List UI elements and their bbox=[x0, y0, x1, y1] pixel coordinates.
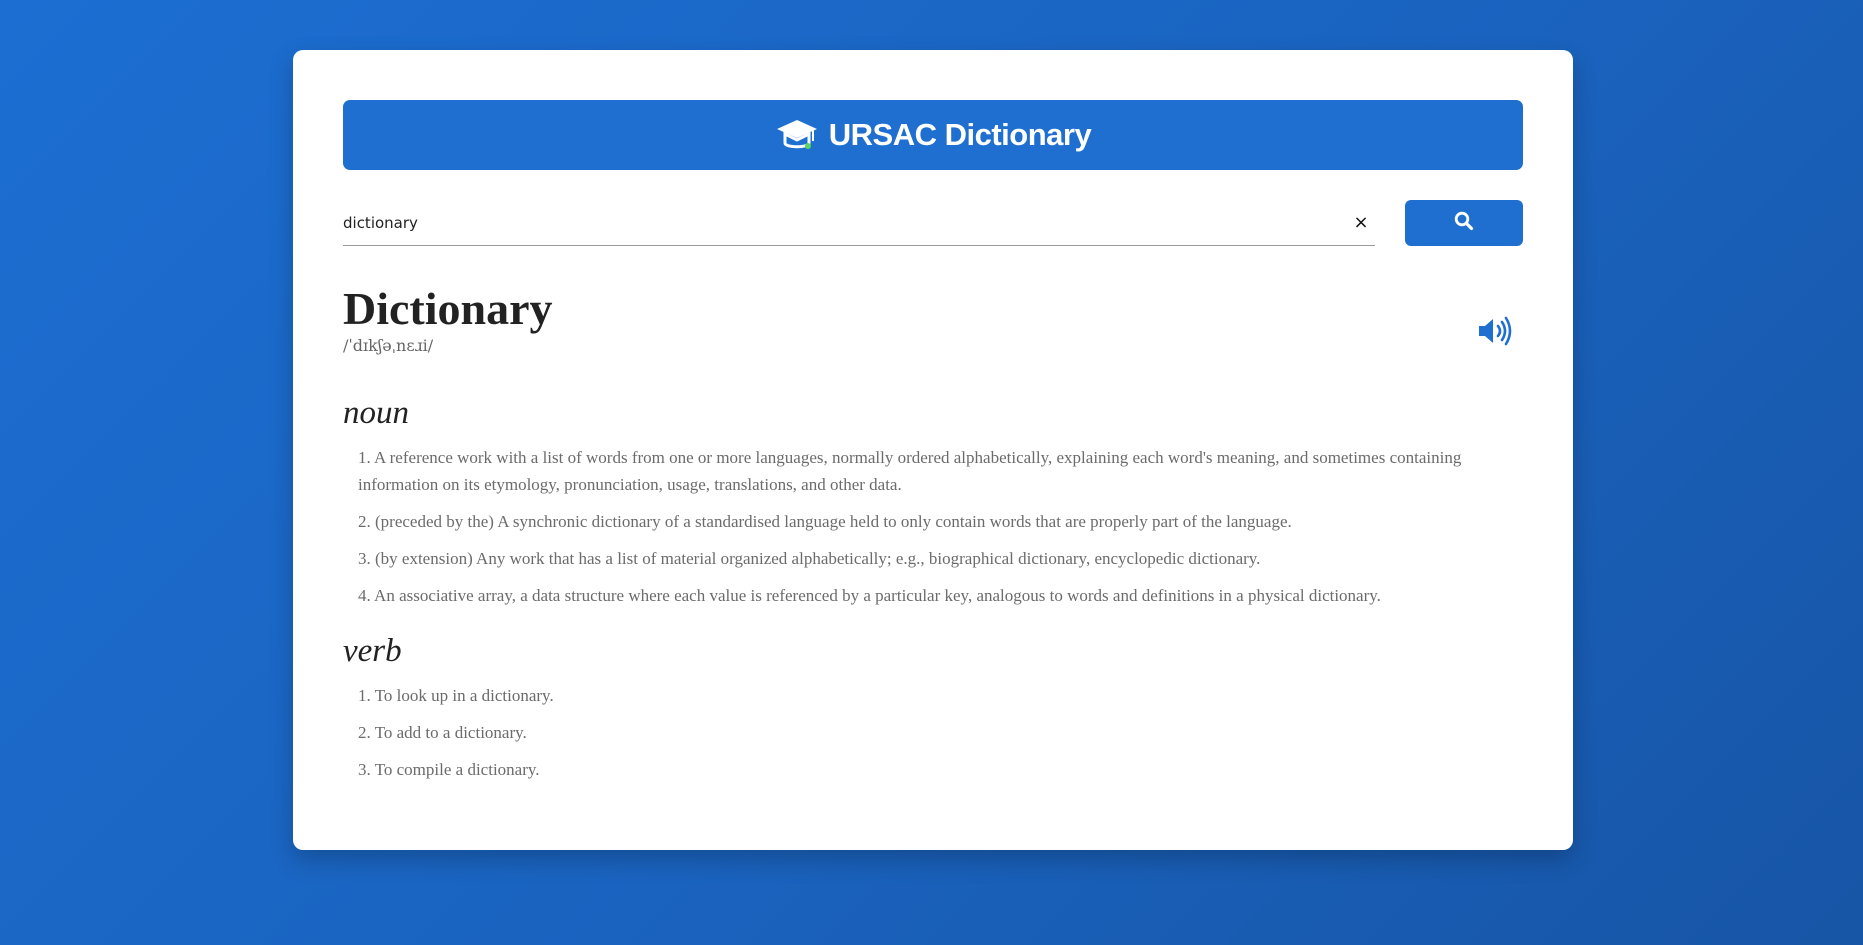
search-input[interactable] bbox=[343, 200, 1347, 245]
dictionary-card: URSAC Dictionary × Dictionary /ˈdɪkʃəˌnɛ… bbox=[293, 50, 1573, 850]
definition-item: 2. To add to a dictionary. bbox=[358, 723, 527, 742]
definition-item: 4. An associative array, a data structur… bbox=[358, 586, 1381, 605]
noun-definitions: 1. A reference work with a list of words… bbox=[343, 444, 1523, 609]
search-row: × bbox=[343, 200, 1523, 246]
definition-item: 1. A reference work with a list of words… bbox=[358, 448, 1462, 494]
definition-item: 2. (preceded by the) A synchronic dictio… bbox=[358, 512, 1292, 531]
search-field-wrapper: × bbox=[343, 200, 1375, 246]
definition-item: 3. To compile a dictionary. bbox=[358, 760, 540, 779]
app-title: URSAC Dictionary bbox=[828, 117, 1092, 152]
part-of-speech-noun: noun bbox=[343, 395, 409, 431]
close-icon[interactable]: × bbox=[1347, 209, 1375, 237]
phonetic-text: /ˈdɪkʃəˌnɛɹi/ bbox=[343, 336, 434, 355]
part-of-speech-verb: verb bbox=[343, 633, 402, 669]
definition-item: 1. To look up in a dictionary. bbox=[358, 686, 554, 705]
word-block: Dictionary /ˈdɪkʃəˌnɛɹi/ bbox=[343, 286, 1523, 355]
app-header: URSAC Dictionary bbox=[343, 100, 1523, 170]
search-icon bbox=[1454, 211, 1474, 236]
word-title: Dictionary bbox=[343, 283, 553, 334]
search-button[interactable] bbox=[1405, 200, 1523, 246]
speaker-icon[interactable] bbox=[1475, 314, 1515, 348]
definition-item: 3. (by extension) Any work that has a li… bbox=[358, 549, 1261, 568]
graduation-cap-icon bbox=[775, 116, 819, 154]
verb-definitions: 1. To look up in a dictionary. 2. To add… bbox=[343, 682, 1523, 783]
